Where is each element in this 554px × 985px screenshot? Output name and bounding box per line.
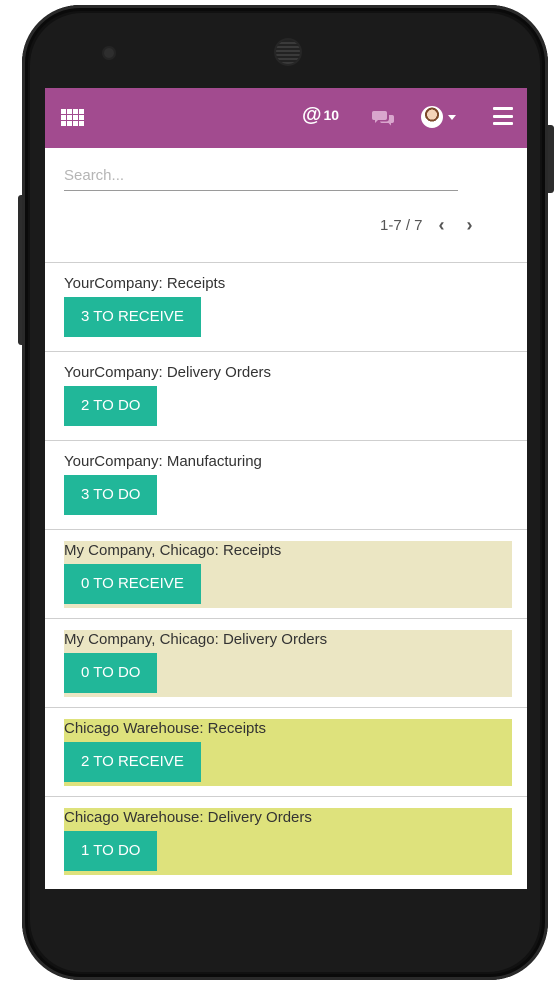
front-camera xyxy=(104,48,114,58)
mentions-indicator[interactable]: @ 10 xyxy=(302,105,339,125)
pager-next-button[interactable]: › xyxy=(461,215,479,236)
earpiece-speaker xyxy=(276,40,300,64)
card-body: YourCompany: Delivery Orders 2 TO DO xyxy=(64,363,512,430)
to-receive-button[interactable]: 2 TO RECEIVE xyxy=(64,742,201,782)
user-menu[interactable] xyxy=(421,106,456,128)
kanban-card[interactable]: My Company, Chicago: Receipts 0 TO RECEI… xyxy=(45,529,527,618)
apps-grid-icon[interactable] xyxy=(61,109,85,127)
card-title: Chicago Warehouse: Receipts xyxy=(64,720,267,737)
user-avatar xyxy=(421,106,443,128)
to-receive-button[interactable]: 3 TO RECEIVE xyxy=(64,297,201,337)
card-body: Chicago Warehouse: Receipts 2 TO RECEIVE xyxy=(64,719,512,786)
kanban-card[interactable]: YourCompany: Delivery Orders 2 TO DO xyxy=(45,351,527,440)
kanban-card[interactable]: Chicago Warehouse: Receipts 2 TO RECEIVE xyxy=(45,707,527,796)
mentions-count: 10 xyxy=(323,107,340,123)
card-title: My Company, Chicago: Receipts xyxy=(64,542,282,559)
to-do-button[interactable]: 1 TO DO xyxy=(64,831,158,871)
card-title: YourCompany: Manufacturing xyxy=(64,453,262,470)
search-box xyxy=(64,162,458,191)
kanban-card[interactable]: Chicago Warehouse: Delivery Orders 1 TO … xyxy=(45,796,527,884)
app-screen: @ 10 1-7 / 7 ‹ › YourCompany: Receipts 3… xyxy=(45,88,527,889)
card-title: Chicago Warehouse: Delivery Orders xyxy=(64,809,312,826)
card-body: My Company, Chicago: Receipts 0 TO RECEI… xyxy=(64,541,512,608)
card-title: YourCompany: Receipts xyxy=(64,275,226,292)
search-input[interactable] xyxy=(64,162,458,188)
kanban-card[interactable]: YourCompany: Manufacturing 3 TO DO xyxy=(45,440,527,529)
at-icon: @ xyxy=(302,104,322,126)
to-do-button[interactable]: 3 TO DO xyxy=(64,475,158,515)
card-title: My Company, Chicago: Delivery Orders xyxy=(64,631,328,648)
kanban-card[interactable]: My Company, Chicago: Delivery Orders 0 T… xyxy=(45,618,527,707)
pager: 1-7 / 7 ‹ › xyxy=(380,215,479,236)
card-body: YourCompany: Manufacturing 3 TO DO xyxy=(64,452,512,519)
chevron-down-icon xyxy=(448,114,456,120)
card-body: Chicago Warehouse: Delivery Orders 1 TO … xyxy=(64,808,512,875)
to-do-button[interactable]: 0 TO DO xyxy=(64,653,158,693)
top-navbar: @ 10 xyxy=(45,88,527,148)
pager-previous-button[interactable]: ‹ xyxy=(433,215,451,236)
card-body: My Company, Chicago: Delivery Orders 0 T… xyxy=(64,630,512,697)
to-receive-button[interactable]: 0 TO RECEIVE xyxy=(64,564,201,604)
kanban-card[interactable]: YourCompany: Receipts 3 TO RECEIVE xyxy=(45,262,527,351)
chat-bubbles-icon[interactable] xyxy=(372,110,394,126)
hamburger-menu-icon[interactable] xyxy=(493,107,513,125)
card-title: YourCompany: Delivery Orders xyxy=(64,364,272,381)
to-do-button[interactable]: 2 TO DO xyxy=(64,386,158,426)
card-body: YourCompany: Receipts 3 TO RECEIVE xyxy=(64,274,512,341)
pager-value: 1-7 / 7 xyxy=(380,217,423,234)
picking-type-list: YourCompany: Receipts 3 TO RECEIVE YourC… xyxy=(45,262,527,884)
